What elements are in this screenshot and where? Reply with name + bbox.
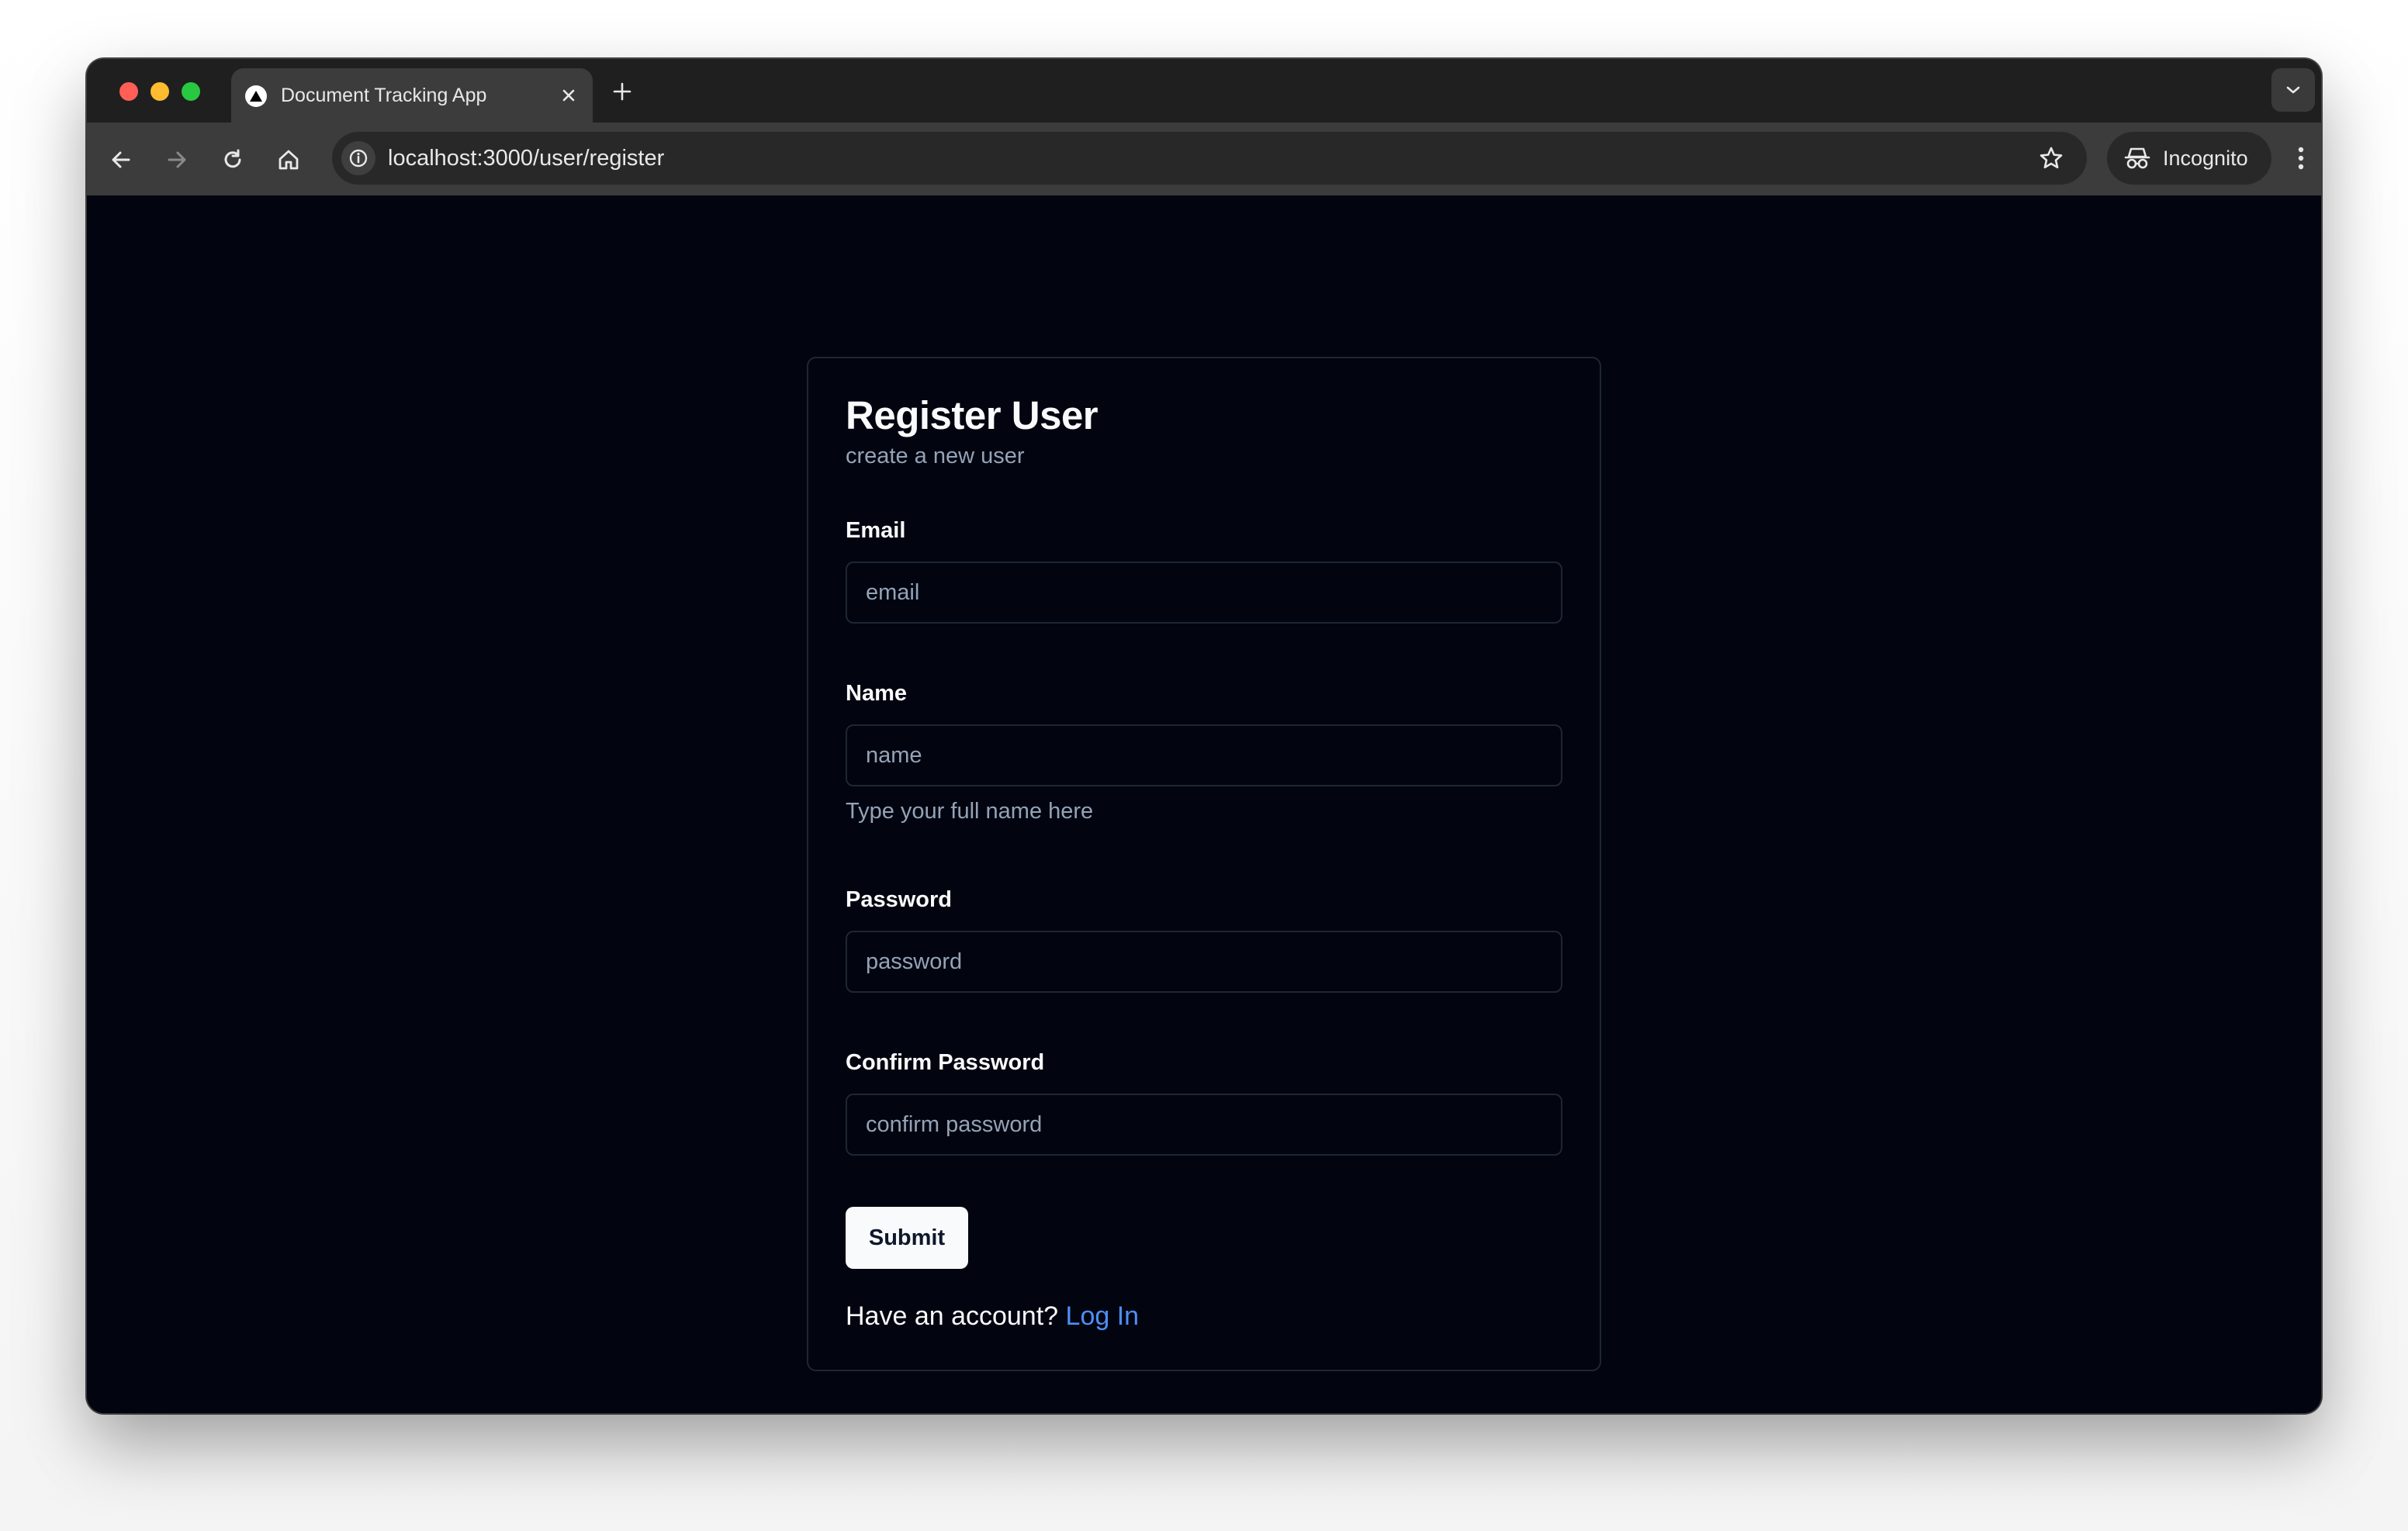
browser-window: Document Tracking App localhost:3000/use… (87, 59, 2321, 1413)
password-label: Password (846, 887, 952, 912)
tab-bar: Document Tracking App (87, 59, 2321, 123)
browser-toolbar: localhost:3000/user/register Incognito (87, 123, 2321, 197)
password-field[interactable] (846, 931, 1562, 993)
confirm-password-label: Confirm Password (846, 1050, 1045, 1075)
email-label: Email (846, 518, 906, 543)
submit-button[interactable]: Submit (846, 1207, 968, 1269)
info-icon[interactable] (341, 141, 375, 175)
page-subtitle: create a new user (846, 444, 1025, 468)
star-icon[interactable] (2034, 141, 2068, 175)
chevron-down-icon[interactable] (2271, 68, 2315, 112)
browser-tab[interactable]: Document Tracking App (231, 68, 593, 123)
address-bar[interactable]: localhost:3000/user/register (332, 132, 2087, 185)
incognito-label: Incognito (2163, 147, 2248, 170)
login-link[interactable]: Log In (1066, 1301, 1140, 1331)
page-content: Register User create a new user Email Na… (87, 195, 2321, 1413)
url-text: localhost:3000/user/register (388, 146, 665, 171)
kebab-menu-icon[interactable] (2285, 141, 2316, 175)
triangle-logo-icon (245, 85, 267, 107)
name-field[interactable] (846, 724, 1562, 786)
close-window-button[interactable] (119, 82, 138, 101)
incognito-indicator[interactable]: Incognito (2107, 132, 2271, 185)
email-field[interactable] (846, 562, 1562, 624)
minimize-window-button[interactable] (150, 82, 169, 101)
page-title: Register User (846, 393, 1098, 437)
tab-title: Document Tracking App (281, 85, 487, 106)
incognito-icon (2124, 146, 2150, 171)
login-prompt: Have an account? Log In (846, 1301, 1139, 1332)
close-icon[interactable] (557, 84, 580, 107)
plus-icon[interactable] (608, 78, 636, 105)
home-icon[interactable] (272, 143, 306, 177)
register-card: Register User create a new user Email Na… (807, 357, 1601, 1371)
login-prompt-text: Have an account? (846, 1301, 1059, 1331)
maximize-window-button[interactable] (182, 82, 200, 101)
reload-icon[interactable] (216, 143, 250, 177)
arrow-right-icon[interactable] (160, 143, 194, 177)
name-hint: Type your full name here (846, 799, 1094, 824)
confirm-password-field[interactable] (846, 1094, 1562, 1156)
arrow-left-icon[interactable] (104, 143, 138, 177)
name-label: Name (846, 681, 907, 706)
